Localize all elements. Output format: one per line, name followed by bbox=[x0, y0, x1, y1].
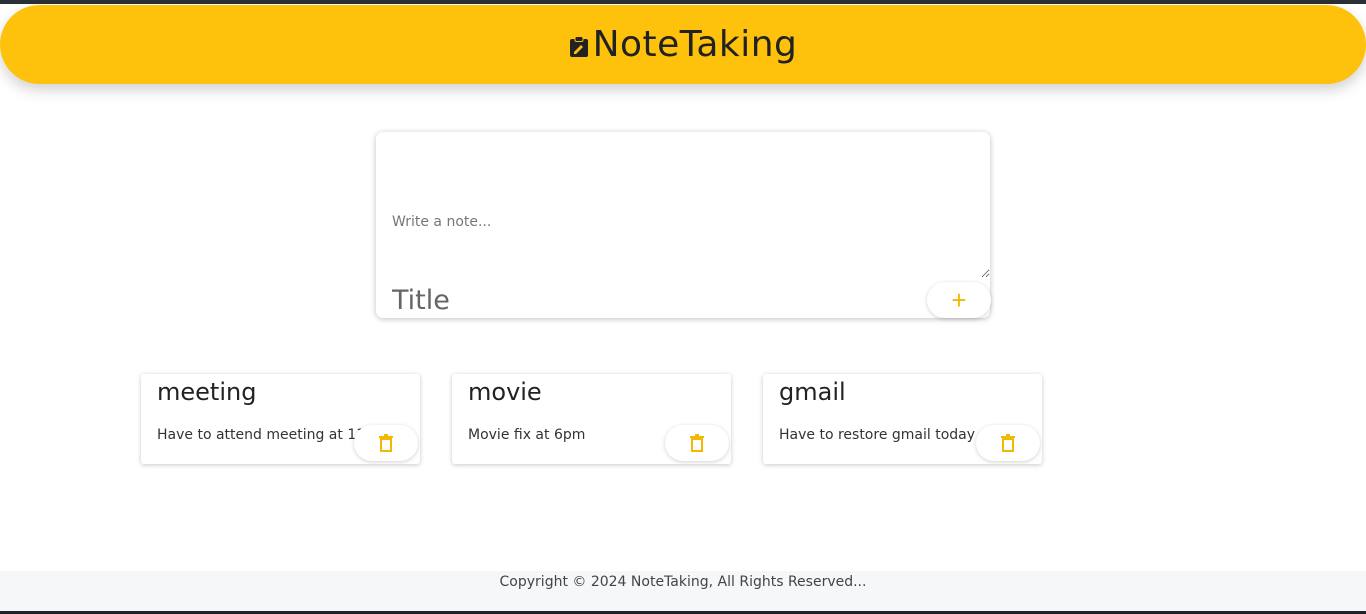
copyright-text: Copyright © 2024 NoteTaking, All Rights … bbox=[499, 574, 867, 590]
trash-icon bbox=[690, 434, 704, 452]
note-card: gmail Have to restore gmail today bbox=[763, 374, 1042, 464]
note-card: movie Movie fix at 6pm bbox=[452, 374, 731, 464]
trash-icon bbox=[379, 434, 393, 452]
app-header: NoteTaking bbox=[0, 5, 1366, 84]
delete-note-button[interactable] bbox=[354, 425, 418, 461]
note-title: gmail bbox=[779, 378, 846, 406]
trash-icon bbox=[1001, 434, 1015, 452]
note-textarea[interactable] bbox=[392, 214, 990, 278]
delete-note-button[interactable] bbox=[976, 425, 1040, 461]
browser-top-strip bbox=[0, 0, 1366, 4]
title-input[interactable] bbox=[392, 280, 972, 320]
clipboard-edit-icon bbox=[569, 35, 588, 57]
note-title: meeting bbox=[157, 378, 257, 406]
note-content: Have to restore gmail today bbox=[779, 427, 976, 443]
add-note-button[interactable]: + bbox=[927, 282, 991, 318]
delete-note-button[interactable] bbox=[665, 425, 729, 461]
plus-icon: + bbox=[951, 285, 967, 315]
note-content: Have to attend meeting at 11 bbox=[157, 427, 366, 443]
note-composer: + bbox=[376, 132, 991, 320]
note-title: movie bbox=[468, 378, 542, 406]
brand: NoteTaking bbox=[569, 24, 798, 65]
page-footer: Copyright © 2024 NoteTaking, All Rights … bbox=[0, 571, 1366, 611]
note-card: meeting Have to attend meeting at 11 bbox=[141, 374, 420, 464]
note-content: Movie fix at 6pm bbox=[468, 427, 586, 443]
app-title: NoteTaking bbox=[592, 24, 798, 65]
